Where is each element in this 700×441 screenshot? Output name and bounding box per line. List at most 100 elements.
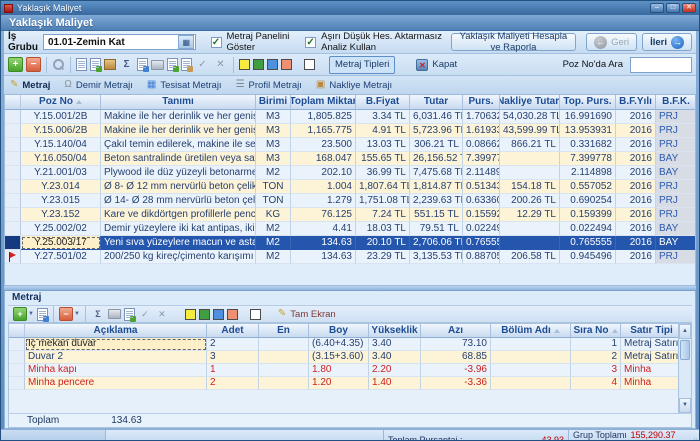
cell-poz[interactable]: Y.25.002/02 (21, 222, 101, 236)
tab-demir-metraji[interactable]: Ω Demir Metrajı (64, 80, 133, 91)
cell-birim[interactable]: M3 (256, 124, 291, 138)
cell-sira[interactable]: 4 (571, 377, 621, 390)
column-header-yil[interactable]: B.F.Yılı (616, 95, 656, 110)
cell-tanim[interactable]: Plywood ile düz yüzeyli betonarme kalıbı… (101, 166, 256, 180)
column-header-nakliye[interactable]: Nakliye Tutarı (500, 95, 560, 110)
cell-miktar[interactable]: 202.10 (291, 166, 356, 180)
cell-toppurs[interactable]: 0.022494 (560, 222, 616, 236)
cell-bfiyat[interactable]: 1,751.08 TL (356, 194, 410, 208)
color-green-icon[interactable] (253, 59, 264, 70)
cell-poz[interactable]: Y.15.006/2B (21, 124, 101, 138)
excel-export-icon[interactable] (167, 58, 178, 71)
cell-yil[interactable]: 2016 (616, 166, 656, 180)
cell-birim[interactable]: TON (256, 194, 291, 208)
cell-en[interactable] (259, 364, 309, 377)
cell-yil[interactable]: 2016 (616, 222, 656, 236)
metraj-confirm-icon[interactable]: ✓ (138, 307, 152, 321)
cell-miktar[interactable]: 134.63 (291, 250, 356, 264)
cell-poz[interactable]: Y.23.015 (21, 194, 101, 208)
cell-bolum[interactable] (491, 364, 571, 377)
cell-tutar[interactable]: 79.51 TL (410, 222, 463, 236)
table-row[interactable]: Y.21.001/03Plywood ile düz yüzeyli beton… (5, 166, 695, 180)
scroll-down-icon[interactable]: ▼ (679, 398, 691, 413)
cell-birim[interactable]: M2 (256, 222, 291, 236)
cell-tutar[interactable]: 306.21 TL (410, 138, 463, 152)
cell-yukseklik[interactable]: 3.40 (369, 351, 421, 364)
metraj-cancel-icon[interactable]: ✕ (155, 307, 169, 321)
cell-nakliye[interactable]: 866.21 TL (500, 138, 560, 152)
cell-tanim[interactable]: Demir yüzeylere iki kat antipas, iki kat… (101, 222, 256, 236)
metraj-sum-icon[interactable]: Σ (91, 307, 105, 321)
minimize-button[interactable]: – (650, 3, 664, 13)
cell-bolum[interactable] (491, 377, 571, 390)
add-dropdown-icon[interactable]: ▼ (28, 311, 34, 317)
document-add-icon[interactable] (90, 58, 101, 71)
tab-metraj[interactable]: ✎ Metraj (10, 80, 50, 91)
table-row[interactable]: Y.15.001/2BMakine ile her derinlik ve he… (5, 110, 695, 124)
table-row[interactable]: Minha pencere21.201.40-3.364Minha (9, 377, 678, 390)
cell-tutar[interactable]: 6,031.46 TL (410, 110, 463, 124)
cell-tanim[interactable]: Makine ile her derinlik ve her genişlikt… (101, 110, 256, 124)
metraj-delete-icon[interactable]: − (59, 307, 73, 321)
table-row[interactable]: Y.25.002/02Demir yüzeylere iki kat antip… (5, 222, 695, 236)
cell-birim[interactable]: M2 (256, 250, 291, 264)
cell-bfiyat[interactable]: 13.03 TL (356, 138, 410, 152)
cell-tanim[interactable]: Ø 8- Ø 12 mm nervürlü beton çelik çubuğu… (101, 180, 256, 194)
cell-tip[interactable]: Minha (621, 377, 678, 390)
table-icon[interactable] (137, 58, 148, 71)
column-header-boy[interactable]: Boy (309, 324, 369, 338)
column-header-bfiyat[interactable]: B.Fiyat (356, 95, 410, 110)
is-grubu-combobox[interactable]: 01.01-Zemin Kat ▦ (43, 34, 196, 50)
metraj-color-white-icon[interactable] (250, 309, 261, 320)
cell-tutar[interactable]: 2,706.06 TL (410, 236, 463, 250)
cell-nakliye[interactable]: 206.58 TL (500, 250, 560, 264)
cell-miktar[interactable]: 23.500 (291, 138, 356, 152)
cell-toppurs[interactable]: 2.114898 (560, 166, 616, 180)
cell-miktar[interactable]: 134.63 (291, 236, 356, 250)
package-icon[interactable] (104, 59, 116, 70)
cell-tanim[interactable]: Makine ile her derinlik ve her genişlikt… (101, 124, 256, 138)
confirm-icon[interactable]: ✓ (195, 57, 210, 72)
cell-yukseklik[interactable]: 3.40 (369, 338, 421, 351)
cell-poz[interactable]: Y.23.152 (21, 208, 101, 222)
metraj-paneli-checkbox[interactable]: ✓ (211, 37, 222, 48)
metraj-print-icon[interactable] (108, 309, 121, 319)
cell-poz[interactable]: Y.15.140/04 (21, 138, 101, 152)
tam-ekran-toggle[interactable]: ✎ Tam Ekran (278, 309, 336, 320)
table-row[interactable]: Duvar 23(3.15+3.60)3.4068.852Metraj Satı… (9, 351, 678, 364)
cell-bfiyat[interactable]: 36.99 TL (356, 166, 410, 180)
cell-boy[interactable]: 1.80 (309, 364, 369, 377)
cell-purs[interactable]: 1.706323 (463, 110, 500, 124)
table-row[interactable]: Y.15.006/2BMakine ile her derinlik ve he… (5, 124, 695, 138)
column-header-tip[interactable]: Satır Tipi (621, 324, 678, 338)
cell-en[interactable] (259, 377, 309, 390)
tab-profil-metraji[interactable]: ☰ Profil Metrajı (236, 80, 302, 91)
cell-yil[interactable]: 2016 (616, 110, 656, 124)
cell-bfk[interactable]: PRJ (656, 110, 696, 124)
cell-yil[interactable]: 2016 (616, 124, 656, 138)
cell-toppurs[interactable]: 7.399778 (560, 152, 616, 166)
cell-poz[interactable]: Y.25.003/17 (21, 236, 101, 250)
metraj-color-blue-icon[interactable] (213, 309, 224, 320)
copy-row-icon[interactable] (37, 308, 48, 321)
cell-bfk[interactable]: BAY (656, 152, 696, 166)
cell-bfk[interactable]: PRJ (656, 194, 696, 208)
cell-purs[interactable]: 1.619330 (463, 124, 500, 138)
scrollbar-thumb[interactable] (680, 340, 690, 360)
cell-bfk[interactable]: PRJ (656, 124, 696, 138)
cell-tutar[interactable]: 26,156.52 TL (410, 152, 463, 166)
cell-nakliye[interactable]: 43,599.99 TL (500, 124, 560, 138)
cell-birim[interactable]: KG (256, 208, 291, 222)
cell-sira[interactable]: 3 (571, 364, 621, 377)
cell-nakliye[interactable] (500, 236, 560, 250)
column-header-miktar[interactable]: Toplam Miktar (291, 95, 356, 110)
report-icon[interactable] (181, 58, 192, 71)
cell-tip[interactable]: Metraj Satırı (621, 338, 678, 351)
cell-tutar[interactable]: 5,723.96 TL (410, 124, 463, 138)
cell-adet[interactable]: 1 (207, 364, 259, 377)
column-header-poz[interactable]: Poz No (21, 95, 101, 110)
cell-tip[interactable]: Minha (621, 364, 678, 377)
column-header-aciklama[interactable]: Açıklama (25, 324, 207, 338)
metraj-color-green-icon[interactable] (199, 309, 210, 320)
cell-tutar[interactable]: 551.15 TL (410, 208, 463, 222)
